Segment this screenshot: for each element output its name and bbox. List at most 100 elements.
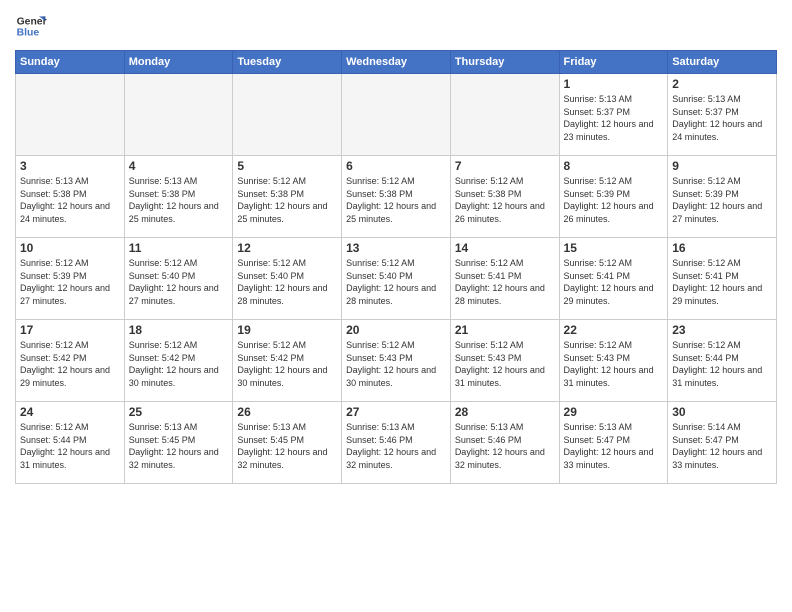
day-info: Sunrise: 5:12 AM Sunset: 5:44 PM Dayligh… [672,339,772,389]
day-info: Sunrise: 5:12 AM Sunset: 5:42 PM Dayligh… [129,339,229,389]
day-number: 25 [129,405,229,419]
calendar-cell: 3 Sunrise: 5:13 AM Sunset: 5:38 PM Daylig… [16,156,125,238]
weekday-header-saturday: Saturday [668,51,777,74]
svg-text:Blue: Blue [17,28,40,39]
day-info: Sunrise: 5:12 AM Sunset: 5:39 PM Dayligh… [672,175,772,225]
day-number: 17 [20,323,120,337]
day-number: 1 [564,77,664,91]
week-row-5: 24 Sunrise: 5:12 AM Sunset: 5:44 PM Dayli… [16,402,777,484]
calendar-cell [233,74,342,156]
day-info: Sunrise: 5:14 AM Sunset: 5:47 PM Dayligh… [672,421,772,471]
calendar-cell: 20 Sunrise: 5:12 AM Sunset: 5:43 PM Dayli… [342,320,451,402]
day-info: Sunrise: 5:12 AM Sunset: 5:44 PM Dayligh… [20,421,120,471]
calendar-cell: 23Sunrise: 5:12 AM Sunset: 5:44 PM Dayli… [668,320,777,402]
logo-icon: General Blue [15,10,47,42]
calendar-cell: 24 Sunrise: 5:12 AM Sunset: 5:44 PM Dayli… [16,402,125,484]
calendar-cell: 1 Sunrise: 5:13 AM Sunset: 5:37 PM Daylig… [559,74,668,156]
day-number: 16 [672,241,772,255]
day-info: Sunrise: 5:12 AM Sunset: 5:41 PM Dayligh… [564,257,664,307]
day-number: 5 [237,159,337,173]
calendar: SundayMondayTuesdayWednesdayThursdayFrid… [15,50,777,484]
day-number: 30 [672,405,772,419]
calendar-cell: 16Sunrise: 5:12 AM Sunset: 5:41 PM Dayli… [668,238,777,320]
day-info: Sunrise: 5:13 AM Sunset: 5:47 PM Dayligh… [564,421,664,471]
day-number: 9 [672,159,772,173]
day-number: 26 [237,405,337,419]
day-info: Sunrise: 5:13 AM Sunset: 5:37 PM Dayligh… [672,93,772,143]
weekday-header-monday: Monday [124,51,233,74]
calendar-cell [450,74,559,156]
calendar-cell: 2 Sunrise: 5:13 AM Sunset: 5:37 PM Daylig… [668,74,777,156]
day-number: 27 [346,405,446,419]
week-row-4: 17 Sunrise: 5:12 AM Sunset: 5:42 PM Dayli… [16,320,777,402]
day-number: 7 [455,159,555,173]
day-info: Sunrise: 5:12 AM Sunset: 5:43 PM Dayligh… [455,339,555,389]
week-row-3: 10 Sunrise: 5:12 AM Sunset: 5:39 PM Dayli… [16,238,777,320]
day-info: Sunrise: 5:12 AM Sunset: 5:41 PM Dayligh… [455,257,555,307]
calendar-cell: 7 Sunrise: 5:12 AM Sunset: 5:38 PM Daylig… [450,156,559,238]
day-info: Sunrise: 5:13 AM Sunset: 5:46 PM Dayligh… [455,421,555,471]
day-info: Sunrise: 5:12 AM Sunset: 5:38 PM Dayligh… [346,175,446,225]
week-row-2: 3 Sunrise: 5:13 AM Sunset: 5:38 PM Daylig… [16,156,777,238]
weekday-header-thursday: Thursday [450,51,559,74]
logo: General Blue [15,10,47,42]
calendar-cell: 15 Sunrise: 5:12 AM Sunset: 5:41 PM Dayli… [559,238,668,320]
day-info: Sunrise: 5:12 AM Sunset: 5:38 PM Dayligh… [455,175,555,225]
day-info: Sunrise: 5:13 AM Sunset: 5:45 PM Dayligh… [129,421,229,471]
day-number: 3 [20,159,120,173]
day-number: 28 [455,405,555,419]
header: General Blue [15,10,777,42]
day-info: Sunrise: 5:12 AM Sunset: 5:43 PM Dayligh… [346,339,446,389]
day-info: Sunrise: 5:12 AM Sunset: 5:40 PM Dayligh… [129,257,229,307]
day-number: 24 [20,405,120,419]
calendar-cell: 26Sunrise: 5:13 AM Sunset: 5:45 PM Dayli… [233,402,342,484]
weekday-header-tuesday: Tuesday [233,51,342,74]
day-number: 14 [455,241,555,255]
calendar-cell: 4Sunrise: 5:13 AM Sunset: 5:38 PM Daylig… [124,156,233,238]
calendar-cell: 17 Sunrise: 5:12 AM Sunset: 5:42 PM Dayli… [16,320,125,402]
day-number: 29 [564,405,664,419]
weekday-header-row: SundayMondayTuesdayWednesdayThursdayFrid… [16,51,777,74]
calendar-cell: 29 Sunrise: 5:13 AM Sunset: 5:47 PM Dayli… [559,402,668,484]
day-number: 12 [237,241,337,255]
calendar-cell [342,74,451,156]
calendar-cell: 25 Sunrise: 5:13 AM Sunset: 5:45 PM Dayli… [124,402,233,484]
day-info: Sunrise: 5:13 AM Sunset: 5:38 PM Dayligh… [20,175,120,225]
day-info: Sunrise: 5:12 AM Sunset: 5:43 PM Dayligh… [564,339,664,389]
weekday-header-friday: Friday [559,51,668,74]
calendar-cell: 18 Sunrise: 5:12 AM Sunset: 5:42 PM Dayli… [124,320,233,402]
day-info: Sunrise: 5:12 AM Sunset: 5:40 PM Dayligh… [346,257,446,307]
day-info: Sunrise: 5:12 AM Sunset: 5:42 PM Dayligh… [20,339,120,389]
day-info: Sunrise: 5:12 AM Sunset: 5:39 PM Dayligh… [564,175,664,225]
day-number: 20 [346,323,446,337]
day-number: 15 [564,241,664,255]
day-number: 19 [237,323,337,337]
day-number: 18 [129,323,229,337]
day-number: 2 [672,77,772,91]
day-number: 21 [455,323,555,337]
calendar-cell: 12 Sunrise: 5:12 AM Sunset: 5:40 PM Dayli… [233,238,342,320]
calendar-cell [124,74,233,156]
calendar-cell: 11 Sunrise: 5:12 AM Sunset: 5:40 PM Dayli… [124,238,233,320]
day-number: 11 [129,241,229,255]
day-info: Sunrise: 5:12 AM Sunset: 5:42 PM Dayligh… [237,339,337,389]
day-info: Sunrise: 5:13 AM Sunset: 5:46 PM Dayligh… [346,421,446,471]
page: General Blue SundayMondayTuesdayWednesda… [0,0,792,612]
weekday-header-wednesday: Wednesday [342,51,451,74]
day-info: Sunrise: 5:13 AM Sunset: 5:38 PM Dayligh… [129,175,229,225]
calendar-cell: 27 Sunrise: 5:13 AM Sunset: 5:46 PM Dayli… [342,402,451,484]
calendar-cell: 21 Sunrise: 5:12 AM Sunset: 5:43 PM Dayli… [450,320,559,402]
day-info: Sunrise: 5:12 AM Sunset: 5:38 PM Dayligh… [237,175,337,225]
calendar-cell: 5 Sunrise: 5:12 AM Sunset: 5:38 PM Daylig… [233,156,342,238]
day-info: Sunrise: 5:13 AM Sunset: 5:37 PM Dayligh… [564,93,664,143]
calendar-cell [16,74,125,156]
weekday-header-sunday: Sunday [16,51,125,74]
calendar-cell: 10 Sunrise: 5:12 AM Sunset: 5:39 PM Dayli… [16,238,125,320]
calendar-cell: 6Sunrise: 5:12 AM Sunset: 5:38 PM Daylig… [342,156,451,238]
day-number: 10 [20,241,120,255]
day-info: Sunrise: 5:12 AM Sunset: 5:39 PM Dayligh… [20,257,120,307]
calendar-cell: 13Sunrise: 5:12 AM Sunset: 5:40 PM Dayli… [342,238,451,320]
calendar-cell: 30 Sunrise: 5:14 AM Sunset: 5:47 PM Dayli… [668,402,777,484]
calendar-cell: 28 Sunrise: 5:13 AM Sunset: 5:46 PM Dayli… [450,402,559,484]
day-info: Sunrise: 5:12 AM Sunset: 5:40 PM Dayligh… [237,257,337,307]
